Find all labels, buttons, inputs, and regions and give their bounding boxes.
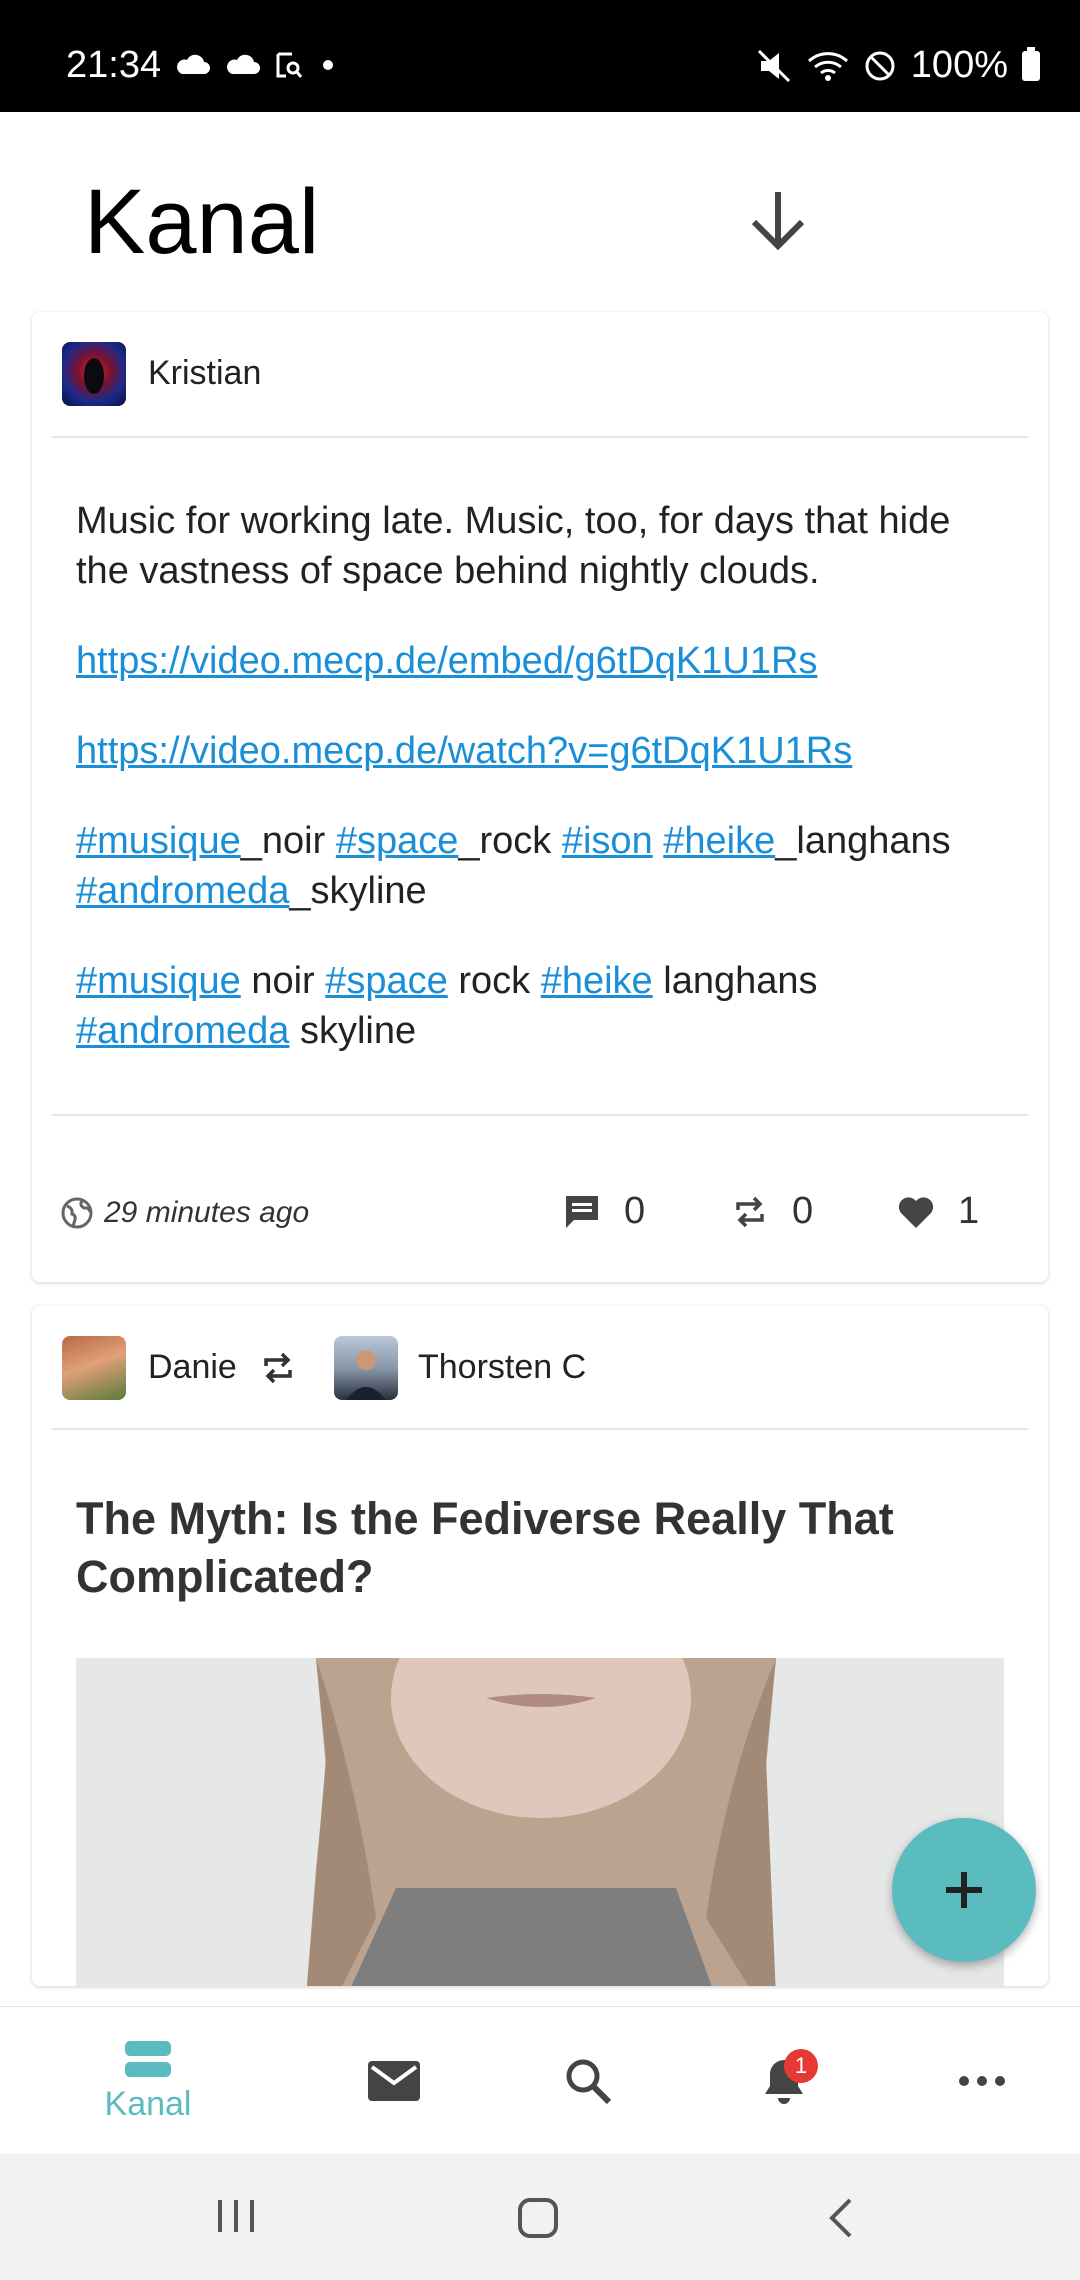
stream-icon [125, 2040, 171, 2077]
author-name[interactable]: Kristian [148, 354, 261, 393]
hashtag-link[interactable]: #andromeda [76, 870, 289, 912]
nav-item-kanal[interactable]: Kanal [62, 2007, 234, 2155]
hashtag-suffix: _skyline [289, 870, 427, 912]
hashtag-link[interactable]: #heike [663, 820, 775, 862]
post-footer: 29 minutes ago 0 0 1 [32, 1152, 1048, 1272]
compose-button[interactable] [892, 1818, 1036, 1962]
dot-icon [323, 60, 333, 70]
plus-icon [946, 1872, 982, 1908]
hashtag-line: #musique noir #space rock #heike langhan… [76, 956, 1006, 1056]
post-text: Music for working late. Music, too, for … [76, 500, 951, 592]
post-header[interactable]: Kristian [32, 312, 1048, 436]
hashtag-link[interactable]: #heike [541, 960, 653, 1002]
hashtag-suffix: _rock [458, 820, 562, 862]
status-time: 21:34 [66, 44, 162, 86]
page-title: Kanal [84, 171, 320, 273]
scroll-down-button[interactable] [740, 182, 816, 258]
hashtag-suffix: _noir [240, 820, 336, 862]
article-title[interactable]: The Myth: Is the Fediverse Really That C… [76, 1490, 976, 1606]
status-bar: 21:34 100% [0, 0, 1080, 112]
article-image[interactable] [76, 1658, 1004, 1986]
post-card: Kristian Music for working late. Music, … [32, 312, 1048, 1282]
divider [52, 1428, 1028, 1430]
home-button[interactable] [516, 2196, 560, 2245]
hashtag-link[interactable]: #musique [76, 960, 241, 1002]
likes-count: 1 [958, 1190, 980, 1232]
screenshot-search-icon [276, 52, 303, 78]
arrow-down-icon [751, 192, 805, 251]
reshare-button[interactable]: 0 [730, 1190, 813, 1233]
comments-button[interactable]: 0 [562, 1190, 645, 1233]
globe-icon [61, 1197, 93, 1229]
post-timestamp[interactable]: 29 minutes ago [104, 1196, 309, 1230]
hashtag-link[interactable]: #space [336, 820, 459, 862]
nav-item-messages[interactable] [346, 2007, 442, 2155]
home-icon [518, 2198, 558, 2238]
hashtag-link[interactable]: #space [325, 960, 448, 1002]
nav-item-search[interactable] [540, 2007, 636, 2155]
mute-icon [757, 49, 790, 82]
hashtag-suffix: rock [447, 960, 541, 1002]
wifi-icon [807, 51, 848, 81]
divider [52, 436, 1028, 438]
hashtag-suffix: noir [240, 960, 326, 1002]
mail-icon [368, 2061, 420, 2101]
comments-count: 0 [624, 1190, 646, 1232]
avatar[interactable] [334, 1336, 398, 1400]
post-header[interactable]: Danie Thorsten C [32, 1306, 1048, 1430]
hashtag-line: #musique_noir #space_rock #ison #heike_l… [76, 816, 1006, 916]
status-system-icons: 100% [757, 44, 1040, 87]
cloud-icon [177, 54, 210, 74]
battery-percent: 100% [910, 44, 1008, 86]
reshare-icon [264, 1352, 292, 1384]
hashtag-suffix: skyline [289, 1010, 417, 1052]
nav-label-kanal: Kanal [104, 2084, 192, 2123]
reshares-count: 0 [792, 1190, 814, 1232]
heart-icon [898, 1196, 934, 1228]
more-icon [959, 2076, 1005, 2086]
nav-item-more[interactable] [934, 2007, 1030, 2155]
notification-badge: 1 [784, 2049, 818, 2083]
bottom-navigation: Kanal 1 [0, 2006, 1080, 2155]
back-icon [829, 2198, 852, 2238]
recent-apps-button[interactable] [214, 2196, 258, 2241]
page-header: Kanal [0, 112, 1080, 312]
hashtag-suffix [653, 820, 664, 862]
like-button[interactable]: 1 [896, 1190, 979, 1233]
search-icon [566, 2059, 612, 2105]
post-link[interactable]: https://video.mecp.de/embed/g6tDqK1U1Rs [76, 640, 817, 682]
divider [52, 1114, 1028, 1116]
back-button[interactable] [822, 2196, 862, 2245]
no-disturb-icon [865, 51, 895, 80]
recents-icon [218, 2200, 254, 2232]
avatar[interactable] [62, 342, 126, 406]
battery-icon [1022, 46, 1040, 81]
reshare-icon [736, 1196, 764, 1227]
hashtag-link[interactable]: #andromeda [76, 1010, 289, 1052]
hashtag-link[interactable]: #ison [562, 820, 653, 862]
hashtag-suffix: _langhans [775, 820, 951, 862]
cloud-icon [227, 54, 260, 74]
hashtag-link[interactable]: #musique [76, 820, 241, 862]
post-link[interactable]: https://video.mecp.de/watch?v=g6tDqK1U1R… [76, 730, 852, 772]
nav-item-notifications[interactable]: 1 [736, 2007, 832, 2155]
post-body: Music for working late. Music, too, for … [76, 496, 1006, 1096]
status-notification-icons [174, 50, 338, 80]
author-name[interactable]: Thorsten C [418, 1348, 586, 1387]
hashtag-suffix: langhans [652, 960, 818, 1002]
resharer-name[interactable]: Danie [148, 1348, 237, 1387]
system-navigation-bar [0, 2154, 1080, 2280]
comment-icon [566, 1195, 598, 1228]
avatar[interactable] [62, 1336, 126, 1400]
